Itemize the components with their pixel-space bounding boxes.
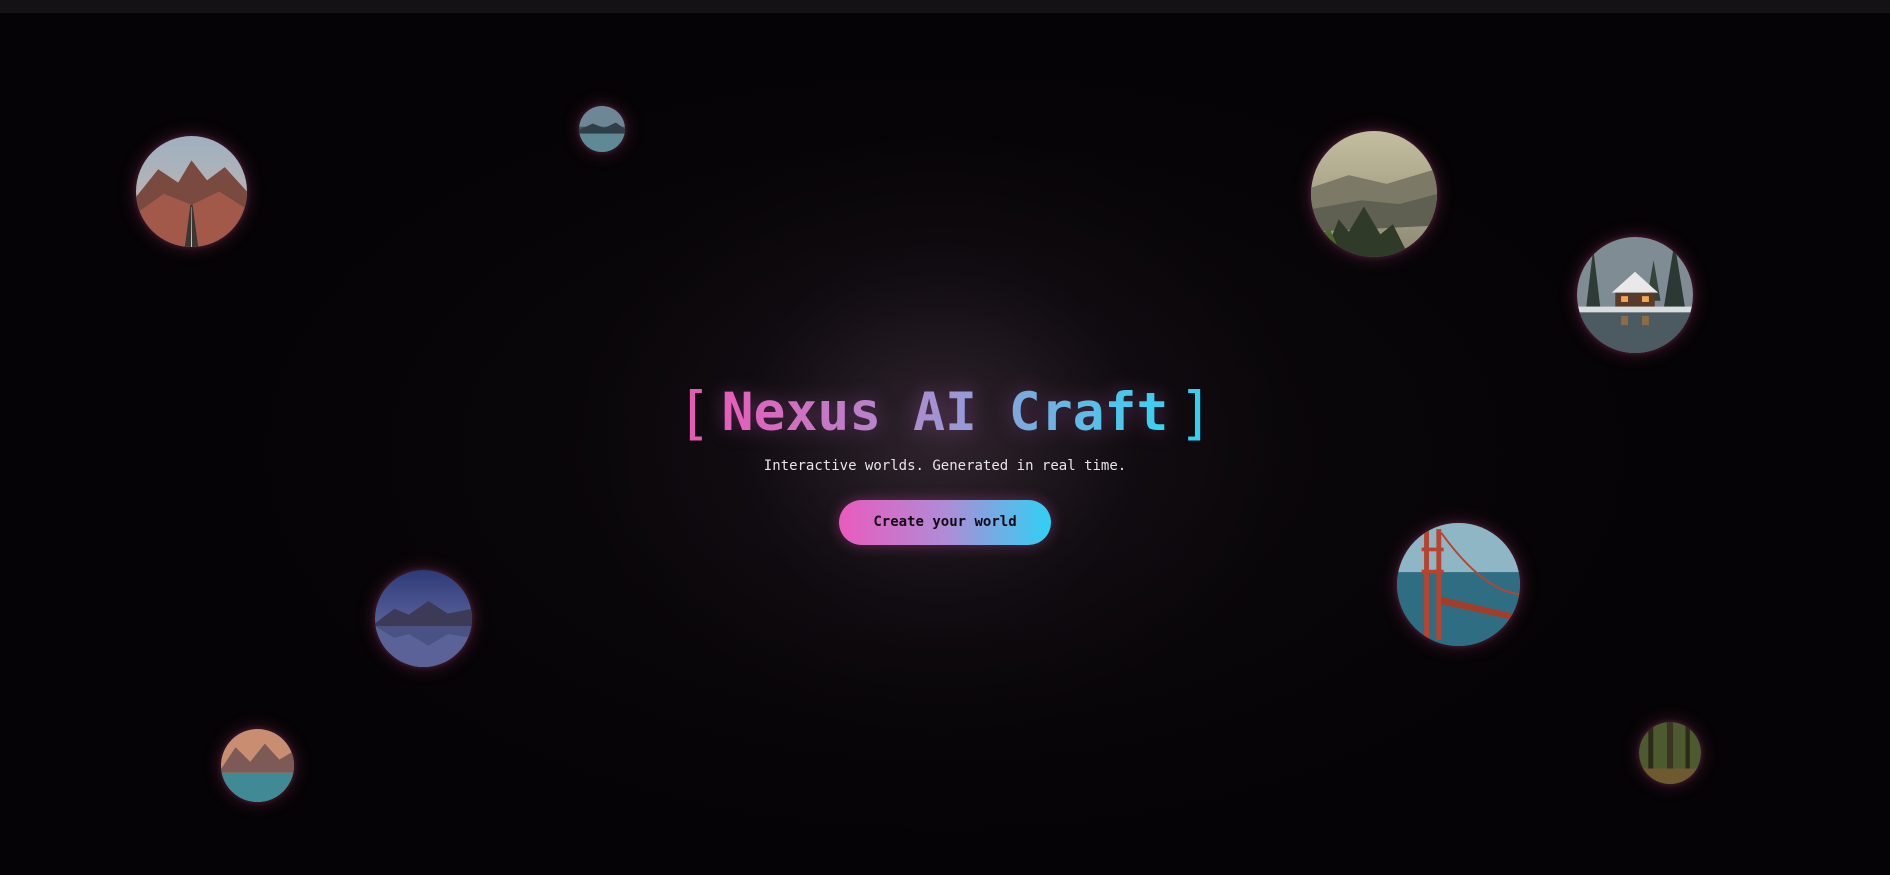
top-bar [0, 0, 1890, 13]
desert-road-photo [136, 136, 247, 247]
forest-photo [1639, 722, 1701, 784]
hero-section: [ Nexus AI Craft ] Interactive worlds. G… [0, 380, 1890, 545]
title-text: Nexus AI Craft [722, 380, 1169, 446]
world-bubble-lake[interactable] [579, 106, 625, 152]
title-bracket-right: ] [1178, 379, 1214, 447]
tagline: Interactive worlds. Generated in real ti… [763, 458, 1127, 474]
page-title: [ Nexus AI Craft ] [677, 380, 1214, 446]
lake-photo [579, 106, 625, 152]
create-world-button[interactable]: Create your world [839, 500, 1051, 545]
world-bubble-lake-mountain-dusk[interactable] [375, 570, 472, 667]
lake-mountain-dusk-photo [375, 570, 472, 667]
world-bubble-snowy-cabin[interactable] [1577, 237, 1693, 353]
world-bubble-mountain-valley[interactable] [1311, 131, 1437, 257]
world-bubble-alpine-lake[interactable] [221, 729, 294, 802]
mountain-valley-photo [1311, 131, 1437, 257]
snowy-cabin-photo [1577, 237, 1693, 353]
alpine-lake-photo [221, 729, 294, 802]
title-bracket-left: [ [676, 379, 712, 447]
world-bubble-desert-road[interactable] [136, 136, 247, 247]
world-bubble-forest[interactable] [1639, 722, 1701, 784]
